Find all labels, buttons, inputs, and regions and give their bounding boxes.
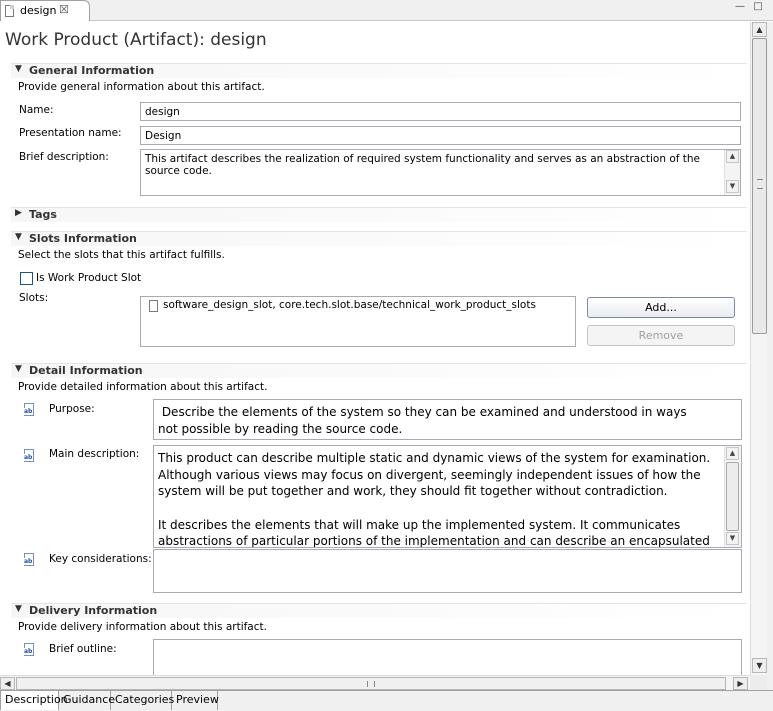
purpose-label: Purpose: bbox=[49, 403, 95, 415]
work-product-slot-label: Is Work Product Slot bbox=[36, 272, 142, 284]
section-detail-header[interactable]: ▼ Detail Information bbox=[11, 363, 747, 378]
tab-description[interactable]: Description bbox=[0, 691, 68, 710]
expanded-icon[interactable]: ▼ bbox=[15, 604, 22, 614]
main-description-scrollbar[interactable]: ▲ ▼ bbox=[724, 446, 741, 547]
window-edge bbox=[767, 22, 773, 690]
purpose-field[interactable]: Describe the elements of the system so t… bbox=[153, 399, 742, 440]
scroll-left-icon[interactable]: ◀ bbox=[0, 677, 15, 690]
section-delivery-header[interactable]: ▼ Delivery Information bbox=[11, 603, 747, 618]
key-considerations-label: Key considerations: bbox=[49, 553, 152, 565]
tab-categories[interactable]: Categories bbox=[111, 691, 174, 710]
name-label: Name: bbox=[19, 104, 54, 116]
scrollbar-thumb[interactable] bbox=[752, 38, 767, 334]
section-general-description: Provide general information about this a… bbox=[18, 81, 265, 93]
presentation-name-label: Presentation name: bbox=[19, 127, 122, 139]
section-detail-description: Provide detailed information about this … bbox=[18, 381, 268, 393]
main-description-field[interactable]: This product can describe multiple stati… bbox=[153, 445, 742, 548]
main-description-label: Main description: bbox=[49, 448, 140, 460]
add-slot-button[interactable]: Add... bbox=[587, 297, 735, 318]
page-tabs: Description Guidance Categories Preview bbox=[0, 690, 773, 711]
expanded-icon[interactable]: ▼ bbox=[15, 364, 22, 374]
maximize-icon[interactable]: □ bbox=[751, 1, 765, 15]
section-delivery-title: Delivery Information bbox=[29, 604, 158, 617]
name-field[interactable]: design bbox=[140, 102, 741, 121]
collapsed-icon[interactable]: ▶ bbox=[15, 208, 22, 218]
key-considerations-field[interactable] bbox=[153, 549, 742, 593]
section-general-title: General Information bbox=[29, 64, 155, 77]
rich-text-editor-icon[interactable]: ab bbox=[22, 403, 36, 417]
scroll-up-icon[interactable]: ▲ bbox=[726, 447, 739, 460]
main-description-paragraph-2: It describes the elements that will make… bbox=[158, 517, 710, 548]
editor-tab-label: design bbox=[20, 4, 57, 17]
form-page: Work Product (Artifact): design ▼ Genera… bbox=[0, 22, 750, 675]
scroll-down-icon[interactable]: ▼ bbox=[752, 658, 767, 673]
tab-guidance[interactable]: Guidance bbox=[59, 691, 115, 710]
brief-description-label: Brief description: bbox=[19, 151, 109, 163]
expanded-icon[interactable]: ▼ bbox=[15, 232, 22, 242]
section-slots-description: Select the slots that this artifact fulf… bbox=[18, 249, 225, 261]
presentation-name-field[interactable]: Design bbox=[140, 126, 741, 145]
list-item[interactable]: software_design_slot, core.tech.slot.bas… bbox=[145, 299, 571, 315]
main-description-paragraph-1: This product can describe multiple stati… bbox=[158, 451, 711, 498]
section-detail-title: Detail Information bbox=[29, 364, 143, 377]
purpose-text-line-1: Describe the elements of the system so t… bbox=[158, 405, 687, 419]
scroll-down-icon[interactable]: ▼ bbox=[726, 180, 739, 193]
minimize-icon[interactable]: — bbox=[733, 1, 747, 15]
section-general-header[interactable]: ▼ General Information bbox=[11, 63, 747, 78]
section-tags-header[interactable]: ▶ Tags bbox=[11, 207, 747, 222]
scroll-up-icon[interactable]: ▲ bbox=[752, 22, 767, 37]
editor-tab-strip: design ☒ — □ bbox=[0, 0, 773, 21]
section-slots-header[interactable]: ▼ Slots Information bbox=[11, 231, 747, 246]
expanded-icon[interactable]: ▼ bbox=[15, 64, 22, 74]
remove-slot-button[interactable]: Remove bbox=[587, 325, 735, 346]
rich-text-editor-icon[interactable]: ab bbox=[22, 553, 36, 567]
slot-file-icon bbox=[149, 300, 158, 312]
section-slots-title: Slots Information bbox=[29, 232, 137, 245]
page-horizontal-scrollbar[interactable]: ◀ ▶ bbox=[0, 675, 750, 690]
purpose-text-line-2: not possible by reading the source code. bbox=[158, 422, 403, 436]
tab-preview[interactable]: Preview bbox=[172, 691, 219, 710]
scrollbar-thumb[interactable] bbox=[16, 677, 726, 690]
rich-text-editor-icon[interactable]: ab bbox=[22, 643, 36, 657]
slots-label: Slots: bbox=[19, 292, 49, 304]
artifact-file-icon bbox=[5, 5, 14, 17]
scrollbar-corner bbox=[750, 675, 767, 690]
scroll-right-icon[interactable]: ▶ bbox=[733, 677, 748, 690]
brief-description-scrollbar[interactable]: ▲ ▼ bbox=[724, 150, 740, 195]
scroll-up-icon[interactable]: ▲ bbox=[726, 150, 739, 163]
section-delivery-description: Provide delivery information about this … bbox=[18, 621, 267, 633]
scroll-down-icon[interactable]: ▼ bbox=[726, 532, 739, 545]
artifact-editor: design ☒ — □ Work Product (Artifact): de… bbox=[0, 0, 773, 711]
brief-description-text: This artifact describes the realization … bbox=[145, 153, 701, 177]
page-title: Work Product (Artifact): design bbox=[5, 30, 267, 50]
slots-list[interactable]: software_design_slot, core.tech.slot.bas… bbox=[140, 296, 576, 347]
brief-outline-field[interactable] bbox=[153, 639, 742, 675]
brief-outline-label: Brief outline: bbox=[49, 643, 117, 655]
section-tags-title: Tags bbox=[29, 208, 57, 221]
editor-tab-design[interactable]: design ☒ bbox=[0, 0, 90, 21]
close-tab-icon[interactable]: ☒ bbox=[59, 3, 69, 16]
scrollbar-thumb[interactable] bbox=[726, 462, 739, 531]
slot-item-label: software_design_slot, core.tech.slot.bas… bbox=[163, 299, 536, 311]
page-vertical-scrollbar[interactable]: ▲ ▼ bbox=[750, 22, 767, 675]
brief-description-field[interactable]: This artifact describes the realization … bbox=[140, 149, 741, 196]
rich-text-editor-icon[interactable]: ab bbox=[22, 449, 36, 463]
work-product-slot-checkbox[interactable] bbox=[20, 272, 33, 285]
